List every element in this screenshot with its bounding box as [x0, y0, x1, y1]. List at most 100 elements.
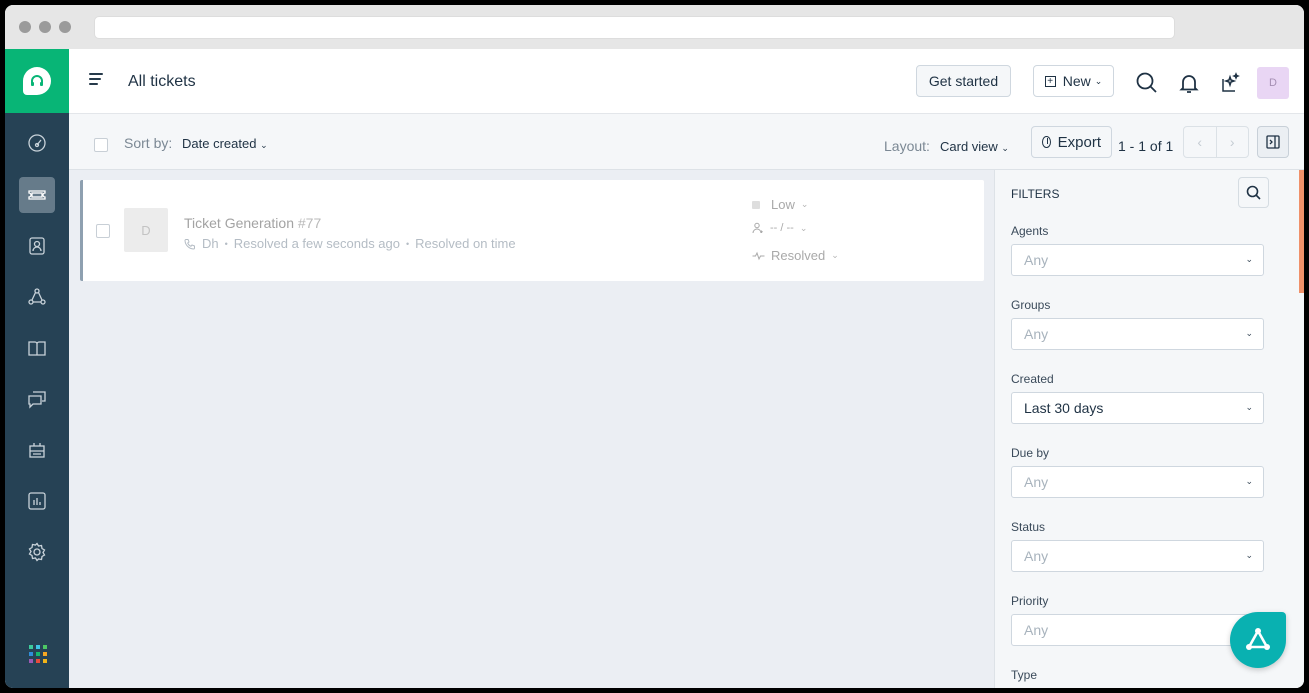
priority-value: Low [771, 197, 795, 212]
hamburger-menu-icon[interactable] [89, 73, 103, 88]
filter-created-label: Created [1011, 372, 1054, 386]
social-icon [28, 288, 46, 305]
sidebar-item-tickets[interactable] [19, 177, 55, 213]
ticket-checkbox[interactable] [96, 224, 110, 238]
new-button-label: New [1062, 73, 1091, 89]
discussions-icon [28, 391, 46, 409]
filter-created-select[interactable]: Last 30 days ⌄ [1011, 392, 1264, 424]
sort-dropdown[interactable]: Date created ⌄ [182, 136, 268, 151]
ticket-title[interactable]: Ticket Generation #77 [184, 215, 321, 231]
select-all-checkbox[interactable] [94, 138, 108, 152]
sla-status: Resolved on time [415, 236, 516, 251]
filter-type-label: Type [1011, 668, 1038, 682]
sidebar-item-reports[interactable] [19, 483, 55, 519]
requester-avatar: D [124, 208, 168, 252]
filter-groups-value: Any [1024, 326, 1049, 342]
settings-icon [28, 542, 46, 562]
url-bar[interactable] [94, 16, 1175, 39]
agent-icon [752, 222, 763, 234]
ticket-subject: Ticket Generation [184, 215, 294, 231]
chevron-down-icon: ⌄ [799, 222, 808, 233]
network-triangle-icon [1246, 628, 1270, 650]
ticket-list: D Ticket Generation #77 Dh • Resolved a … [69, 170, 994, 688]
status-dropdown[interactable]: Resolved ⌄ [752, 248, 839, 263]
assignee-dropdown[interactable]: -- / -- ⌄ [752, 222, 807, 234]
window-maximize-dot[interactable] [59, 21, 71, 33]
chevron-down-icon: ⌄ [831, 250, 839, 260]
freddy-ai-button[interactable] [1230, 612, 1286, 668]
filters-scrollbar[interactable] [1299, 170, 1304, 293]
browser-chrome [5, 5, 1304, 49]
chevron-down-icon: ⌄ [260, 140, 268, 150]
chevron-down-icon: ⌄ [1245, 254, 1253, 264]
tickets-icon [28, 190, 46, 200]
chevron-down-icon: ⌄ [1001, 143, 1009, 153]
search-icon [1246, 185, 1261, 200]
filter-status-select[interactable]: Any ⌄ [1011, 540, 1264, 572]
sidebar-item-contacts[interactable] [19, 228, 55, 264]
chevron-down-icon: ⌄ [1094, 75, 1103, 86]
plus-square-icon: + [1044, 75, 1056, 87]
next-page-button[interactable]: › [1217, 127, 1249, 157]
get-started-button[interactable]: Get started [916, 65, 1011, 97]
ai-assist-button[interactable] [1217, 70, 1243, 96]
export-button[interactable]: Export [1031, 126, 1112, 158]
ticket-meta: Dh • Resolved a few seconds ago • Resolv… [184, 236, 516, 251]
filter-priority-value: Any [1024, 622, 1049, 638]
filter-priority-label: Priority [1011, 594, 1049, 608]
sidebar-item-solutions[interactable] [19, 330, 55, 366]
apps-grid-icon[interactable] [29, 645, 47, 663]
chevron-down-icon: ⌄ [1245, 328, 1253, 338]
sort-value: Date created [182, 136, 257, 151]
sidebar-item-admin-bot[interactable] [19, 432, 55, 468]
filter-status-label: Status [1011, 520, 1046, 534]
browser-window: All tickets Get started + New ⌄ D Sort b… [5, 5, 1304, 688]
search-button[interactable] [1134, 70, 1160, 96]
sidebar-item-dashboard[interactable] [19, 125, 55, 161]
sidebar-item-social[interactable] [19, 279, 55, 315]
layout-dropdown[interactable]: Card view ⌄ [940, 139, 1009, 154]
ticket-card[interactable]: D Ticket Generation #77 Dh • Resolved a … [80, 180, 984, 281]
filter-agents-label: Agents [1011, 224, 1049, 238]
headset-logo-icon [23, 67, 51, 95]
chevron-down-icon: ⌄ [1245, 476, 1253, 486]
sidebar [5, 49, 69, 688]
resolved-time: Resolved a few seconds ago [233, 236, 400, 251]
app-logo[interactable] [5, 49, 69, 113]
dashboard-icon [28, 134, 46, 152]
filter-status-value: Any [1024, 548, 1049, 564]
filter-agents-select[interactable]: Any ⌄ [1011, 244, 1264, 276]
filter-groups-select[interactable]: Any ⌄ [1011, 318, 1264, 350]
sidebar-item-discussions[interactable] [19, 381, 55, 417]
prev-page-button[interactable]: ‹ [1184, 127, 1217, 157]
pagination-controls: ‹ › [1183, 126, 1249, 158]
chevron-down-icon: ⌄ [1245, 550, 1253, 560]
window-minimize-dot[interactable] [39, 21, 51, 33]
solutions-icon [28, 341, 46, 356]
priority-dropdown[interactable]: Low ⌄ [752, 197, 808, 212]
layout-label: Layout: [884, 138, 930, 154]
separator-dot: • [406, 238, 410, 249]
sidebar-item-settings[interactable] [19, 534, 55, 570]
assignee-value: -- / -- [770, 222, 794, 234]
list-toolbar: Sort by: Date created ⌄ Layout: Card vie… [69, 114, 1304, 170]
user-avatar[interactable]: D [1257, 67, 1289, 99]
toggle-filter-panel-button[interactable] [1257, 126, 1289, 158]
filter-priority-select[interactable]: Any [1011, 614, 1264, 646]
filter-due-by-select[interactable]: Any ⌄ [1011, 466, 1264, 498]
filter-due-by-value: Any [1024, 474, 1049, 490]
window-close-dot[interactable] [19, 21, 31, 33]
priority-square-icon [752, 200, 760, 209]
filters-panel: FILTERS Agents Any ⌄ Groups Any ⌄ Create… [994, 170, 1304, 688]
filter-groups-label: Groups [1011, 298, 1051, 312]
filter-due-by-label: Due by [1011, 446, 1050, 460]
new-button[interactable]: + New ⌄ [1033, 65, 1114, 97]
page-title: All tickets [128, 73, 196, 90]
filter-created-value: Last 30 days [1024, 400, 1104, 416]
sort-label: Sort by: [124, 135, 173, 151]
chevron-down-icon: ⌄ [800, 199, 809, 209]
chevron-down-icon: ⌄ [1245, 402, 1253, 412]
filters-search-button[interactable] [1238, 177, 1269, 208]
notifications-button[interactable] [1176, 70, 1202, 96]
export-icon [1042, 136, 1051, 148]
